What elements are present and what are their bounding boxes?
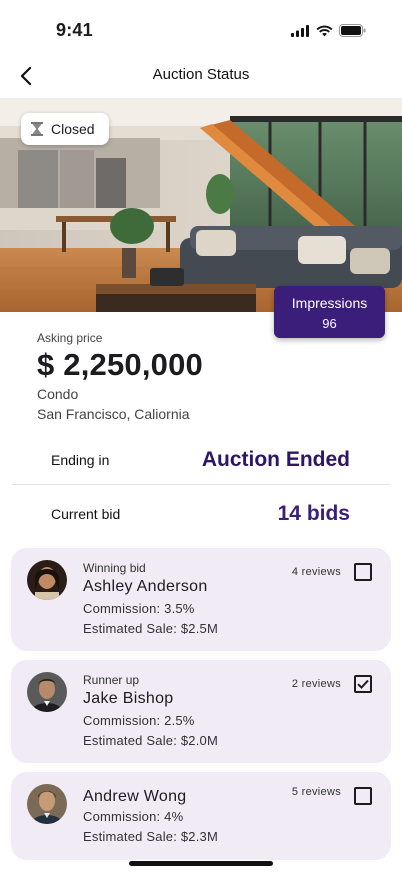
avatar: [27, 784, 67, 824]
bidder-name: Ashley Anderson: [83, 578, 208, 595]
bidder-estimated-sale: Estimated Sale: $2.0M: [83, 733, 218, 748]
asking-price: $ 2,250,000: [37, 347, 203, 382]
current-bid-label: Current bid: [51, 506, 121, 522]
divider: [12, 484, 390, 485]
select-bidder-checkbox[interactable]: [354, 563, 372, 581]
status-bar: 9:41: [0, 0, 402, 54]
bidder-estimated-sale: Estimated Sale: $2.3M: [83, 829, 218, 844]
bidder-estimated-sale: Estimated Sale: $2.5M: [83, 621, 218, 636]
bidder-commission: Commission: 4%: [83, 809, 184, 824]
impressions-value: 96: [322, 316, 337, 331]
asking-price-label: Asking price: [37, 331, 103, 345]
bidder-card[interactable]: Winning bid Ashley Anderson Commission: …: [11, 548, 391, 651]
bidder-reviews: 2 reviews: [291, 678, 341, 690]
bidder-reviews: 4 reviews: [291, 566, 341, 578]
avatar: [27, 672, 67, 712]
bidder-card[interactable]: Andrew Wong Commission: 4% Estimated Sal…: [11, 772, 391, 860]
bidder-commission: Commission: 3.5%: [83, 601, 195, 616]
bidder-name: Jake Bishop: [83, 690, 174, 707]
status-icons: [291, 24, 366, 37]
cellular-signal-icon: [291, 24, 309, 37]
bidder-card[interactable]: Runner up Jake Bishop Commission: 2.5% E…: [11, 660, 391, 763]
bidder-role: Runner up: [83, 673, 140, 687]
status-time: 9:41: [56, 20, 93, 40]
wifi-icon: [316, 25, 333, 36]
home-indicator: [129, 861, 273, 866]
impressions-badge: Impressions 96: [274, 286, 385, 338]
ending-in-value: Auction Ended: [201, 448, 350, 471]
property-location: San Francisco, Caliornia: [37, 406, 190, 422]
impressions-label: Impressions: [291, 295, 368, 311]
nav-bar: Auction Status: [0, 54, 402, 98]
checkmark-icon: [357, 679, 369, 689]
ending-in-label: Ending in: [51, 452, 110, 468]
status-badge: Closed: [21, 113, 109, 145]
hourglass-icon: [31, 122, 43, 136]
property-type: Condo: [37, 386, 79, 402]
current-bid-value: 14 bids: [277, 502, 350, 525]
avatar: [27, 560, 67, 600]
bidder-role: Winning bid: [83, 561, 146, 575]
select-bidder-checkbox[interactable]: [354, 675, 372, 693]
bidder-name: Andrew Wong: [83, 788, 187, 805]
bidder-commission: Commission: 2.5%: [83, 713, 195, 728]
bidder-reviews: 5 reviews: [291, 786, 341, 798]
status-badge-label: Closed: [51, 121, 95, 137]
select-bidder-checkbox[interactable]: [354, 787, 372, 805]
page-title: Auction Status: [152, 66, 250, 83]
battery-icon: [339, 24, 366, 37]
